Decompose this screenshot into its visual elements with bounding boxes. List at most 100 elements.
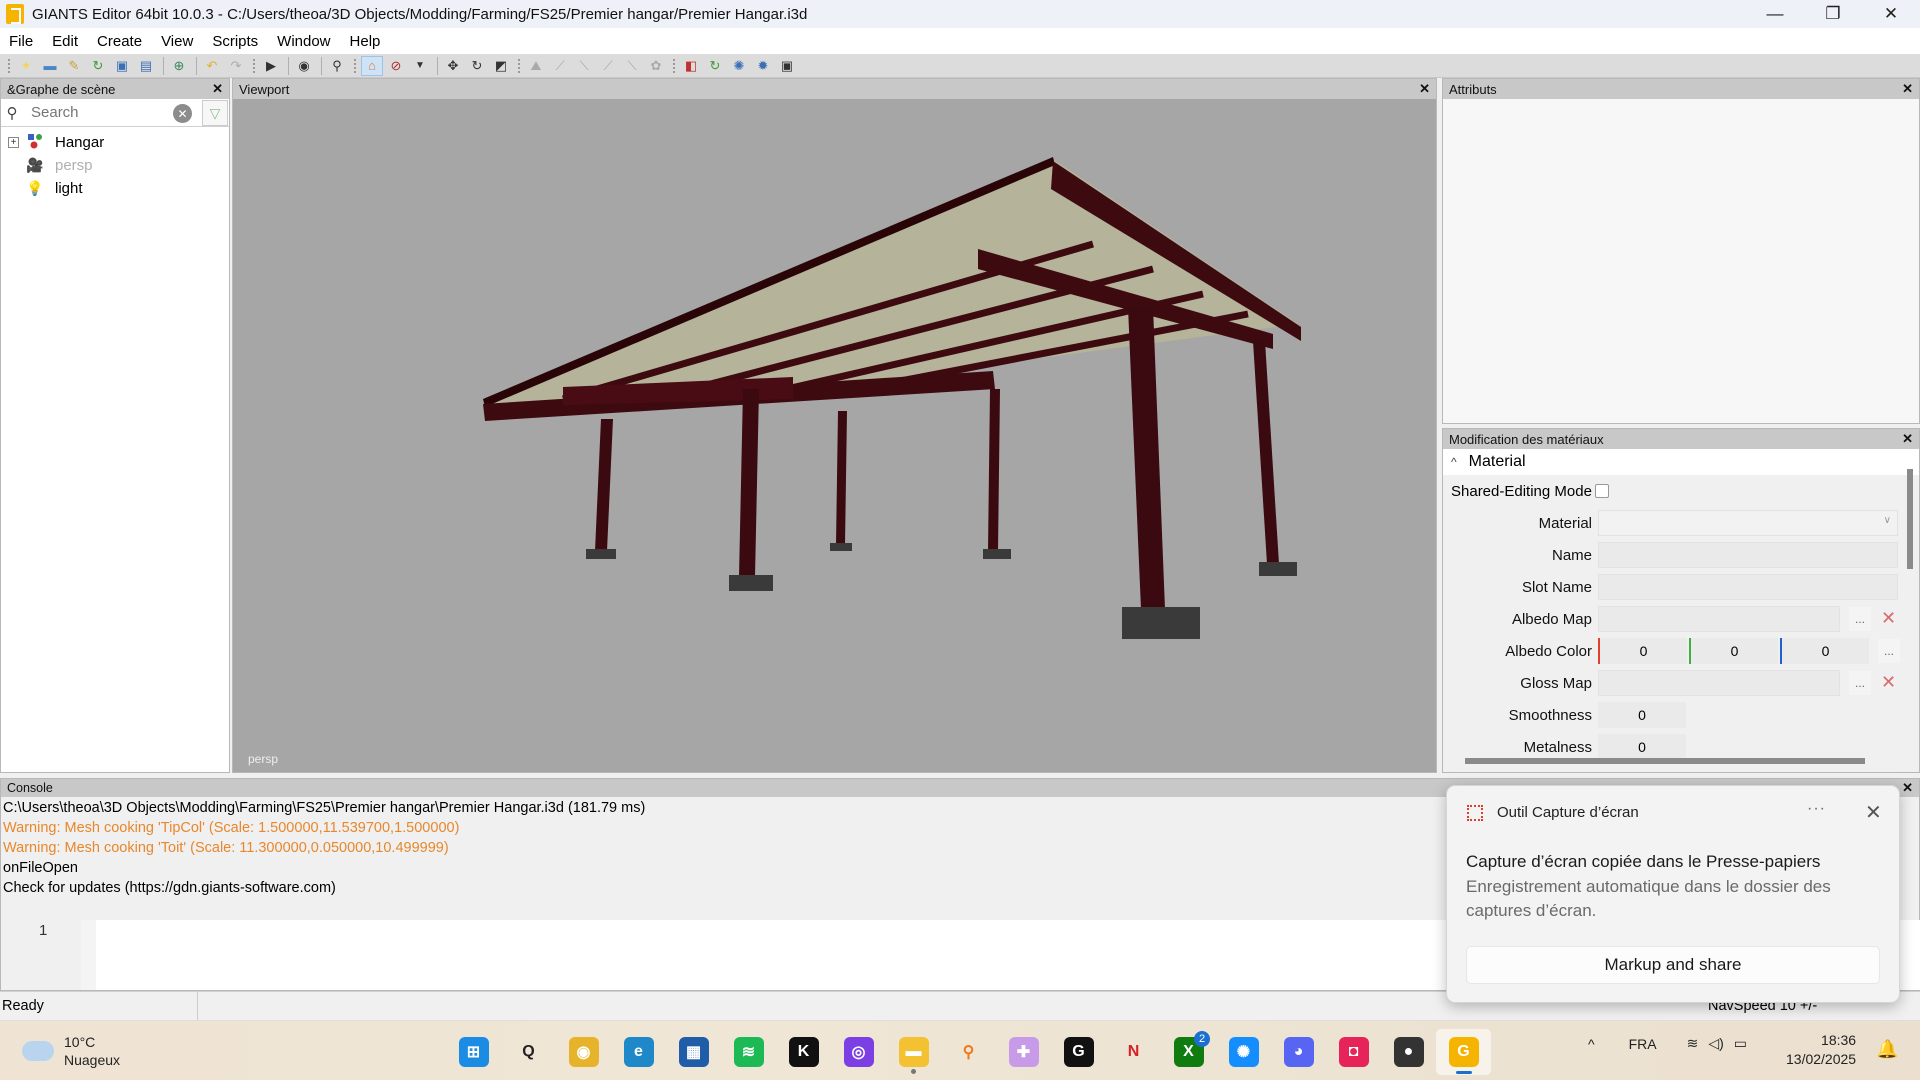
language-indicator[interactable]: FRA bbox=[1629, 1036, 1657, 1052]
albedo-b-input[interactable]: 0 bbox=[1780, 638, 1869, 664]
taskbar-app-g-hub[interactable]: G bbox=[1051, 1029, 1106, 1075]
tool-a-icon[interactable]: ✺ bbox=[728, 56, 750, 76]
terrain-tool-icon[interactable]: ⟋ bbox=[549, 56, 571, 76]
scene-search-input[interactable] bbox=[31, 104, 171, 121]
terrain-tool-icon[interactable]: ⟋ bbox=[597, 56, 619, 76]
new-file-icon[interactable]: ✦ bbox=[15, 56, 37, 76]
menu-window[interactable]: Window bbox=[277, 33, 330, 50]
close-panel-icon[interactable]: ✕ bbox=[212, 81, 223, 97]
gloss-map-input[interactable] bbox=[1598, 670, 1840, 696]
refresh-icon[interactable]: ↻ bbox=[704, 56, 726, 76]
toolbar-grip[interactable] bbox=[253, 58, 256, 73]
shared-editing-checkbox[interactable] bbox=[1594, 484, 1609, 498]
wifi-icon[interactable]: ≋ bbox=[1687, 1035, 1699, 1052]
menu-edit[interactable]: Edit bbox=[52, 33, 78, 50]
move-icon[interactable]: ✥ bbox=[442, 56, 464, 76]
albedo-r-input[interactable]: 0 bbox=[1598, 638, 1687, 664]
taskbar-app-chrome[interactable]: ◉ bbox=[556, 1029, 611, 1075]
save-as-icon[interactable]: ▤ bbox=[135, 56, 157, 76]
tree-item-persp[interactable]: 🎥 persp bbox=[1, 154, 229, 177]
name-input[interactable] bbox=[1598, 542, 1898, 568]
menu-scripts[interactable]: Scripts bbox=[212, 33, 258, 50]
taskbar-app-store[interactable]: ▦ bbox=[666, 1029, 721, 1075]
material-select[interactable]: ∨ bbox=[1598, 510, 1898, 536]
play-icon[interactable]: ▶ bbox=[260, 56, 282, 76]
gloss-map-browse-button[interactable]: ... bbox=[1849, 671, 1871, 695]
toolbar-grip[interactable] bbox=[673, 58, 676, 73]
save-icon[interactable]: ▣ bbox=[111, 56, 133, 76]
minimize-button[interactable]: — bbox=[1746, 0, 1804, 28]
material-section-header[interactable]: ^ Material bbox=[1443, 449, 1919, 475]
terrain-tool-icon[interactable]: ⛰ bbox=[525, 56, 547, 76]
notification-bell-icon[interactable]: 🔔 bbox=[1876, 1039, 1898, 1060]
close-panel-icon[interactable]: ✕ bbox=[1902, 780, 1913, 796]
redo-icon[interactable]: ↷ bbox=[225, 56, 247, 76]
expand-icon[interactable]: + bbox=[8, 137, 19, 148]
taskbar-app-proton[interactable]: ◎ bbox=[831, 1029, 886, 1075]
taskbar-app-search[interactable]: Q bbox=[501, 1029, 556, 1075]
albedo-g-input[interactable]: 0 bbox=[1689, 638, 1778, 664]
tree-item-hangar[interactable]: + Hangar bbox=[1, 131, 229, 154]
tool-c-icon[interactable]: ▣ bbox=[776, 56, 798, 76]
taskbar-app-file-explorer[interactable]: ▬ bbox=[886, 1029, 941, 1075]
volume-icon[interactable]: ◁) bbox=[1708, 1035, 1723, 1052]
filter-icon[interactable]: ▽ bbox=[202, 100, 228, 126]
taskbar-app-edge[interactable]: e bbox=[611, 1029, 666, 1075]
more-options-icon[interactable]: ··· bbox=[1807, 800, 1826, 818]
taskbar-app-giants-editor[interactable]: G bbox=[1436, 1029, 1491, 1075]
close-panel-icon[interactable]: ✕ bbox=[1902, 81, 1913, 97]
slot-name-input[interactable] bbox=[1598, 574, 1898, 600]
taskbar-app-netflix[interactable]: N bbox=[1106, 1029, 1161, 1075]
no-select-icon[interactable]: ⊘ bbox=[385, 56, 407, 76]
taskbar-app-battle-net[interactable]: ✺ bbox=[1216, 1029, 1271, 1075]
reload-icon[interactable]: ↻ bbox=[87, 56, 109, 76]
taskbar-app-discord[interactable]: ◕ bbox=[1271, 1029, 1326, 1075]
weather-widget[interactable]: 10°C Nuageux bbox=[22, 1033, 120, 1069]
toolbar-grip[interactable] bbox=[518, 58, 521, 73]
close-window-button[interactable]: ✕ bbox=[1862, 0, 1920, 28]
horizontal-scrollbar[interactable] bbox=[1465, 758, 1865, 764]
taskbar-app-app-red[interactable]: ◘ bbox=[1326, 1029, 1381, 1075]
tree-item-light[interactable]: 💡 light bbox=[1, 177, 229, 200]
taskbar-app-k-app[interactable]: K bbox=[776, 1029, 831, 1075]
clock[interactable]: 18:36 13/02/2025 bbox=[1786, 1031, 1856, 1069]
taskbar-app-magnifier[interactable]: ⚲ bbox=[941, 1029, 996, 1075]
menu-help[interactable]: Help bbox=[350, 33, 381, 50]
zoom-icon[interactable]: ⚲ bbox=[326, 56, 348, 76]
viewport-canvas[interactable] bbox=[233, 99, 1436, 772]
taskbar-app-spotify[interactable]: ≋ bbox=[721, 1029, 776, 1075]
taskbar-app-xbox[interactable]: X2 bbox=[1161, 1029, 1216, 1075]
gloss-map-clear-icon[interactable]: ✕ bbox=[1881, 672, 1896, 693]
select-mode-icon[interactable]: ⌂ bbox=[361, 55, 383, 76]
markup-and-share-button[interactable]: Markup and share bbox=[1466, 946, 1880, 984]
albedo-color-picker-button[interactable]: ... bbox=[1878, 639, 1900, 663]
taskbar-app-gamepad[interactable]: ✚ bbox=[996, 1029, 1051, 1075]
terrain-tool-icon[interactable]: ⟍ bbox=[621, 56, 643, 76]
toolbar-grip[interactable] bbox=[8, 58, 11, 73]
undo-icon[interactable]: ↶ bbox=[201, 56, 223, 76]
import-icon[interactable]: ⊕ bbox=[168, 56, 190, 76]
clear-search-icon[interactable]: ✕ bbox=[173, 104, 192, 123]
tool-b-icon[interactable]: ✹ bbox=[752, 56, 774, 76]
taskbar-app-start[interactable]: ⊞ bbox=[446, 1029, 501, 1075]
scale-icon[interactable]: ◩ bbox=[490, 56, 512, 76]
tray-overflow-chevron-icon[interactable]: ^ bbox=[1588, 1036, 1595, 1052]
edit-icon[interactable]: ✎ bbox=[63, 56, 85, 76]
menu-create[interactable]: Create bbox=[97, 33, 142, 50]
smoothness-input[interactable]: 0 bbox=[1598, 702, 1686, 728]
menu-view[interactable]: View bbox=[161, 33, 193, 50]
close-notification-icon[interactable]: ✕ bbox=[1865, 800, 1882, 825]
material-icon[interactable]: ◧ bbox=[680, 56, 702, 76]
battery-icon[interactable]: ▭ bbox=[1734, 1035, 1747, 1052]
visibility-icon[interactable]: ◉ bbox=[293, 56, 315, 76]
albedo-map-clear-icon[interactable]: ✕ bbox=[1881, 608, 1896, 629]
select-dropdown-icon[interactable]: ▼ bbox=[409, 56, 431, 76]
maximize-button[interactable]: ❐ bbox=[1804, 0, 1862, 28]
metalness-input[interactable]: 0 bbox=[1598, 734, 1686, 760]
terrain-tool-icon[interactable]: ✿ bbox=[645, 56, 667, 76]
taskbar-app-fl-studio[interactable]: ● bbox=[1381, 1029, 1436, 1075]
open-folder-icon[interactable]: ▬ bbox=[39, 56, 61, 76]
close-panel-icon[interactable]: ✕ bbox=[1902, 431, 1913, 447]
toolbar-grip[interactable] bbox=[354, 58, 357, 73]
menu-file[interactable]: File bbox=[9, 33, 33, 50]
